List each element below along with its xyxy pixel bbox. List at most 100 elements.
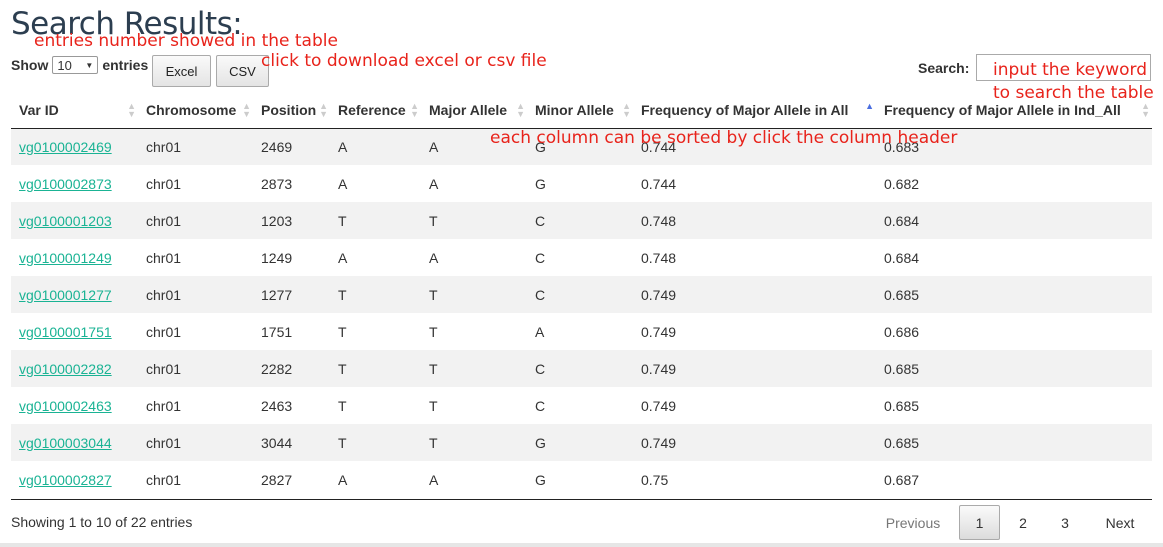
table-cell: 0.748: [641, 249, 677, 266]
entries-select-value: 10: [57, 57, 72, 73]
excel-button[interactable]: Excel: [152, 55, 211, 87]
sort-icon: ▲ ▼: [242, 101, 251, 119]
sort-icon: ▲ ▼: [127, 101, 136, 119]
var-id-link[interactable]: vg0100002469: [19, 139, 112, 155]
table-cell: 3044: [253, 424, 330, 461]
table-cell: A: [429, 175, 439, 192]
table-cell: 0.744: [641, 175, 677, 192]
table-cell: C: [527, 202, 633, 239]
column-header-label: Reference: [338, 101, 406, 118]
annotation-keyword-line1: input the keyword: [993, 60, 1147, 80]
table-cell: 1203: [253, 202, 330, 239]
column-header[interactable]: Chromosome ▲ ▼: [138, 92, 253, 129]
table-cell: chr01: [138, 202, 253, 239]
table-cell: vg0100002827: [11, 461, 138, 498]
table-cell: A: [338, 471, 348, 488]
page-button-3[interactable]: 3: [1046, 505, 1084, 540]
table-row: vg0100002282 chr01 2282 T T C 0.749 0.685: [11, 350, 1152, 387]
table-cell: vg0100001751: [11, 313, 138, 350]
table-cell: vg0100002469: [11, 128, 138, 165]
var-id-link[interactable]: vg0100001751: [19, 324, 112, 340]
table-cell: C: [535, 397, 546, 414]
table-cell: chr01: [146, 397, 182, 414]
page-button-1[interactable]: 1: [959, 505, 1000, 540]
table-cell: chr01: [146, 471, 182, 488]
table-cell: 0.685: [876, 350, 1152, 387]
column-header[interactable]: Position ▲ ▼: [253, 92, 330, 129]
table-cell: 0.685: [876, 276, 1152, 313]
table-row: vg0100002827 chr01 2827 A A G 0.75 0.687: [11, 461, 1152, 498]
table-cell: 2873: [261, 175, 293, 192]
table-cell: A: [338, 249, 348, 266]
chevron-down-icon: ▼: [85, 60, 94, 70]
table-cell: 0.749: [633, 276, 876, 313]
table-cell: 0.682: [884, 175, 920, 192]
table-cell: 2463: [261, 397, 293, 414]
table-cell: 0.686: [884, 323, 920, 340]
table-cell: 1751: [261, 323, 293, 340]
table-cell: T: [330, 202, 421, 239]
column-header[interactable]: Minor Allele ▲ ▼: [527, 92, 633, 129]
table-cell: 2282: [253, 350, 330, 387]
previous-page-button[interactable]: Previous: [875, 505, 951, 540]
table-cell: 0.684: [884, 249, 920, 266]
results-table: Var ID ▲ ▼ Chromosome ▲ ▼ Position ▲ ▼ Reference ▲…: [11, 92, 1152, 498]
table-row: vg0100003044 chr01 3044 T T G 0.749 0.685: [11, 424, 1152, 461]
table-cell: 0.748: [633, 202, 876, 239]
table-cell: 2469: [253, 128, 330, 165]
table-cell: vg0100002282: [11, 350, 138, 387]
table-cell: 0.749: [641, 397, 677, 414]
table-cell: G: [535, 175, 546, 192]
var-id-link[interactable]: vg0100002282: [19, 361, 112, 377]
table-cell: T: [330, 424, 421, 461]
table-cell: vg0100001277: [11, 276, 138, 313]
table-info: Showing 1 to 10 of 22 entries: [11, 514, 193, 530]
var-id-link[interactable]: vg0100002827: [19, 472, 112, 488]
table-body: vg0100002469 chr01 2469 A A G 0.744 0.683 vg0100…: [11, 128, 1152, 498]
table-cell: vg0100001249: [11, 239, 138, 276]
annotation-download: click to download excel or csv file: [261, 51, 547, 71]
next-page-button[interactable]: Next: [1092, 505, 1148, 540]
entries-select[interactable]: 10 ▼: [52, 56, 99, 74]
var-id-link[interactable]: vg0100003044: [19, 435, 112, 451]
table-cell: chr01: [146, 249, 182, 266]
column-header[interactable]: Frequency of Major Allele in All ▲: [633, 92, 876, 129]
table-cell: vg0100003044: [11, 424, 138, 461]
table-row: vg0100001751 chr01 1751 T T A 0.749 0.686: [11, 313, 1152, 350]
table-cell: 2827: [261, 471, 293, 488]
table-cell: chr01: [146, 175, 182, 192]
table-cell: T: [330, 276, 421, 313]
table-cell: T: [421, 424, 527, 461]
column-header[interactable]: Major Allele ▲ ▼: [421, 92, 527, 129]
column-header-label: Var ID: [19, 101, 59, 118]
var-id-link[interactable]: vg0100002873: [19, 176, 112, 192]
column-header-label: Minor Allele: [535, 101, 614, 118]
table-cell: chr01: [138, 276, 253, 313]
table-cell: 0.684: [876, 202, 1152, 239]
table-cell: 0.749: [633, 424, 876, 461]
page-button-2[interactable]: 2: [1004, 505, 1042, 540]
entries-length-control: Show 10 ▼ entries: [11, 56, 148, 74]
sort-icon: ▲ ▼: [1141, 101, 1150, 119]
sort-icon: ▲ ▼: [516, 101, 525, 119]
var-id-link[interactable]: vg0100001277: [19, 287, 112, 303]
column-header[interactable]: Var ID ▲ ▼: [11, 92, 138, 129]
table-row: vg0100002873 chr01 2873 A A G 0.744 0.682: [11, 165, 1152, 202]
column-header-label: Frequency of Major Allele in Ind_All: [884, 101, 1121, 118]
table-cell: vg0100001203: [11, 202, 138, 239]
var-id-link[interactable]: vg0100002463: [19, 398, 112, 414]
footer-bar: [0, 543, 1163, 547]
table-cell: 1249: [261, 249, 293, 266]
column-header[interactable]: Reference ▲ ▼: [330, 92, 421, 129]
var-id-link[interactable]: vg0100001203: [19, 213, 112, 229]
sort-icon: ▲: [865, 101, 874, 111]
table-cell: T: [421, 202, 527, 239]
table-cell: 0.75: [641, 471, 669, 488]
sort-icon: ▲ ▼: [622, 101, 631, 119]
sort-icon: ▲ ▼: [410, 101, 419, 119]
table-cell: A: [429, 471, 439, 488]
var-id-link[interactable]: vg0100001249: [19, 250, 112, 266]
table-row: vg0100001203 chr01 1203 T T C 0.748 0.684: [11, 202, 1152, 239]
annotation-keyword-line2: to search the table: [993, 83, 1154, 103]
search-label: Search:: [918, 60, 970, 76]
